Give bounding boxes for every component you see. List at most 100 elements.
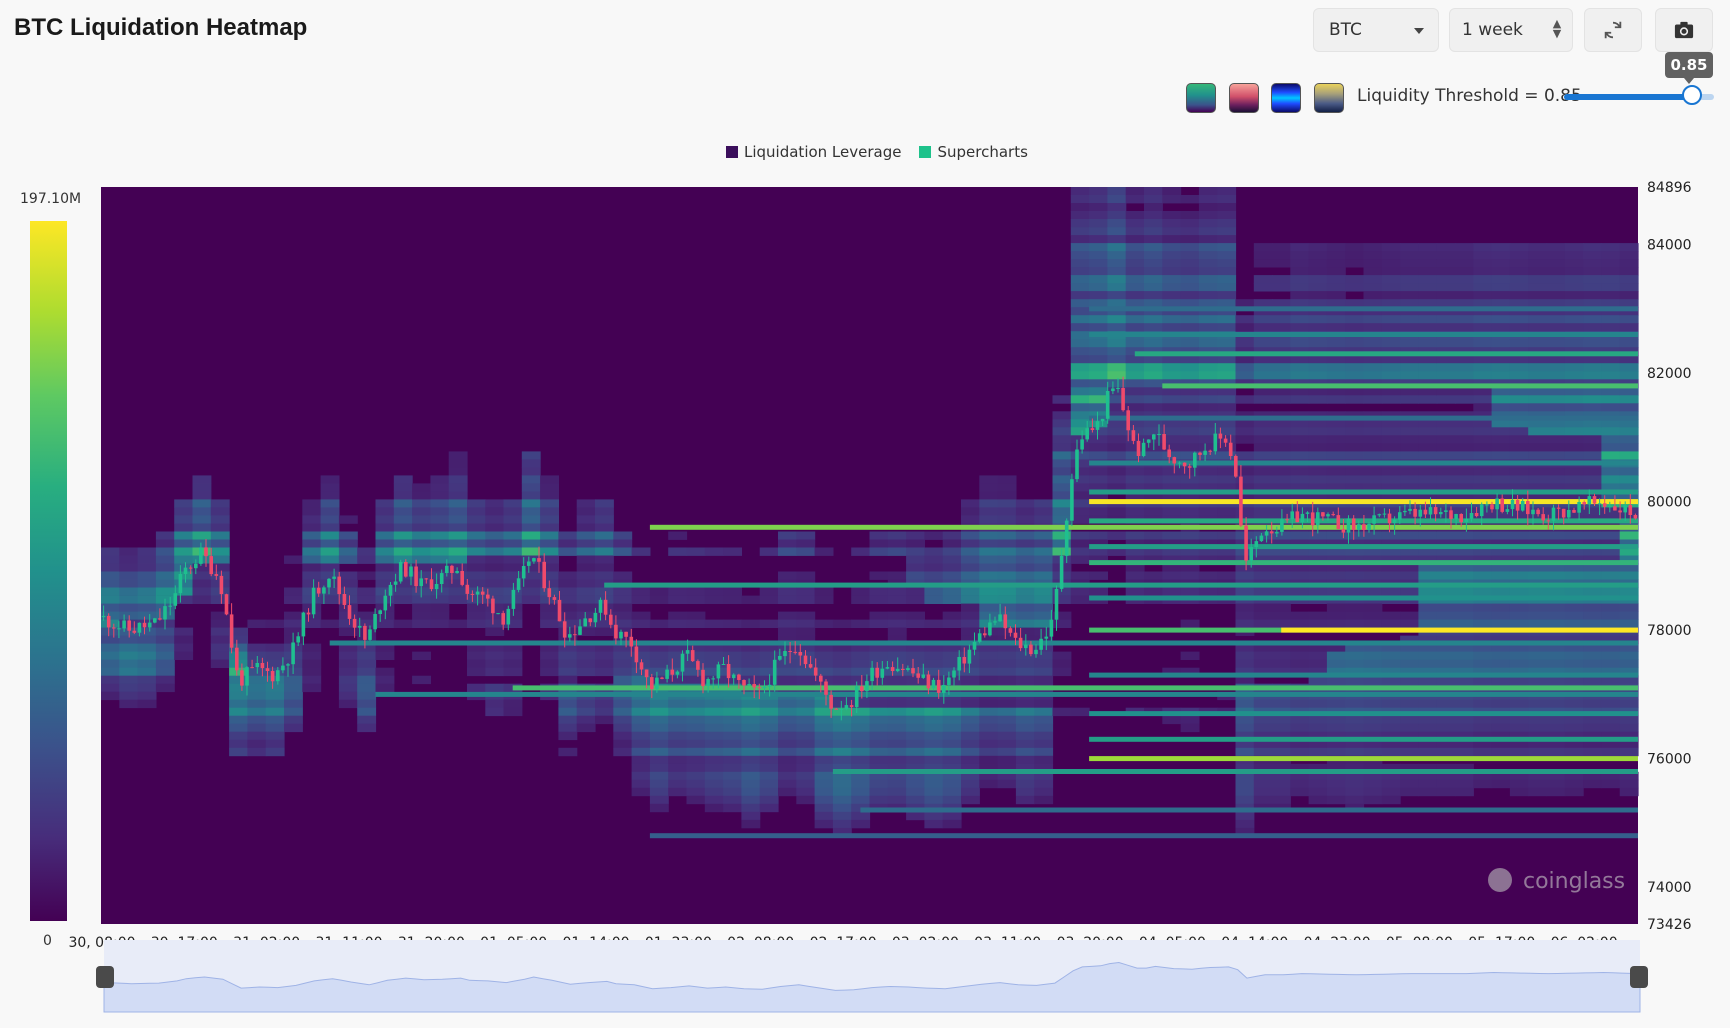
heatmap-cell: [1326, 363, 1346, 372]
heatmap-cell: [741, 755, 761, 765]
heatmap-cell: [1052, 491, 1072, 500]
heatmap-cell: [1491, 395, 1511, 404]
heatmap-cell: [1034, 731, 1054, 741]
heatmap-cell: [1619, 747, 1639, 757]
candle-body: [199, 547, 203, 564]
heatmap-cell: [906, 587, 925, 596]
heatmap-cell: [1308, 659, 1328, 668]
heatmap-cell: [137, 563, 157, 572]
heatmap-cell: [357, 715, 377, 725]
heatmap-cell: [1473, 403, 1493, 412]
heatmap-cell: [320, 499, 340, 508]
heatmap-cell: [1564, 699, 1584, 709]
heatmap-cell: [1418, 251, 1438, 260]
heatmap-cell: [723, 707, 742, 717]
heatmap-cell: [1070, 387, 1090, 396]
heatmap-cell: [1473, 699, 1493, 709]
heatmap-cell: [869, 595, 889, 604]
candle-body: [1131, 430, 1136, 441]
liquidation-band: [604, 582, 1639, 588]
heatmap-cell: [357, 699, 377, 709]
candle-body: [762, 686, 767, 689]
navigator-handle-left[interactable]: [96, 966, 114, 988]
heatmap-cell: [430, 595, 450, 604]
heatmap-cell: [778, 707, 797, 717]
heatmap-cell: [1034, 611, 1054, 620]
heatmap-cell: [357, 683, 377, 693]
candle-body: [1321, 512, 1325, 517]
heatmap-cell: [1491, 315, 1511, 324]
heatmap-cell: [155, 571, 175, 580]
candle-body: [214, 574, 219, 576]
heatmap-cell: [1546, 571, 1566, 580]
heatmap-cell: [961, 627, 980, 636]
heatmap-cell: [1564, 467, 1584, 476]
heatmap-cell: [1290, 243, 1310, 252]
heatmap-cell: [1601, 427, 1621, 436]
heatmap-cell: [1180, 531, 1200, 540]
heatmap-cell: [192, 507, 212, 516]
heatmap-cell: [942, 539, 962, 548]
candle-body: [112, 627, 116, 629]
candle-body: [1223, 438, 1228, 443]
heatmap-cell: [1326, 251, 1346, 260]
heatmap-cell: [1180, 355, 1200, 364]
heatmap-cell: [284, 595, 303, 604]
heatmap-cell: [137, 667, 157, 677]
heatmap-cell: [1272, 395, 1291, 404]
heatmap-cell: [1509, 715, 1529, 725]
heatmap-cell: [1528, 723, 1548, 733]
heatmap-cell: [1235, 363, 1255, 372]
heatmap-cell: [448, 547, 468, 556]
heatmap-cell: [1180, 451, 1200, 460]
heatmap-cell: [1198, 363, 1218, 372]
heatmap-cell: [1455, 587, 1474, 596]
heatmap-cell: [942, 619, 962, 628]
heatmap-cell: [1235, 451, 1255, 460]
candle-body: [404, 562, 408, 577]
heatmap-cell: [668, 699, 688, 709]
heatmap-cell: [1345, 435, 1365, 444]
heatmap-cell: [1253, 435, 1273, 444]
heatmap-cell: [503, 699, 523, 709]
heatmap-cell: [1253, 659, 1273, 668]
heatmap-cell: [1235, 715, 1255, 725]
heatmap-cell: [1400, 355, 1419, 364]
heatmap-cell: [1290, 651, 1310, 660]
heatmap-cell: [1326, 715, 1346, 725]
heatmap-cell: [942, 595, 962, 604]
heatmap-cell: [1290, 355, 1310, 364]
heatmap-cell: [375, 571, 395, 580]
heatmap-cell: [1546, 467, 1566, 476]
heatmap-cell: [1363, 387, 1383, 396]
candle-body: [1592, 496, 1597, 504]
candle-body: [491, 598, 495, 614]
heatmap-cell: [1107, 347, 1127, 356]
heatmap-cell: [1144, 355, 1163, 364]
heatmap-cell: [1308, 611, 1328, 620]
heatmap-cell: [906, 707, 925, 717]
heatmap-cell: [558, 571, 578, 580]
heatmap-cell: [1491, 387, 1511, 396]
heatmap-cell: [1272, 587, 1291, 596]
heatmap-cell: [1089, 531, 1108, 540]
heatmap-cell: [1326, 659, 1346, 668]
heatmap-cell: [1070, 291, 1090, 300]
heatmap-cell: [210, 635, 230, 644]
navigator-handle-right[interactable]: [1630, 966, 1648, 988]
candle-body: [1531, 509, 1535, 515]
heatmap-cell: [942, 787, 962, 797]
heatmap-cell: [741, 819, 761, 829]
candle-body: [276, 670, 280, 682]
heatmap-cell: [1418, 427, 1438, 436]
heatmap-cell: [467, 523, 486, 532]
heatmap-cell: [1546, 323, 1566, 332]
heatmap-cell: [1473, 659, 1493, 668]
heatmap-cell: [851, 587, 871, 596]
heatmap-cell: [1455, 467, 1474, 476]
heatmap-cell: [1528, 267, 1548, 276]
heatmap-cell: [741, 763, 761, 773]
heatmap-cell: [1253, 571, 1273, 580]
heatmap-cell: [796, 547, 816, 556]
heatmap-cell: [1455, 267, 1474, 276]
